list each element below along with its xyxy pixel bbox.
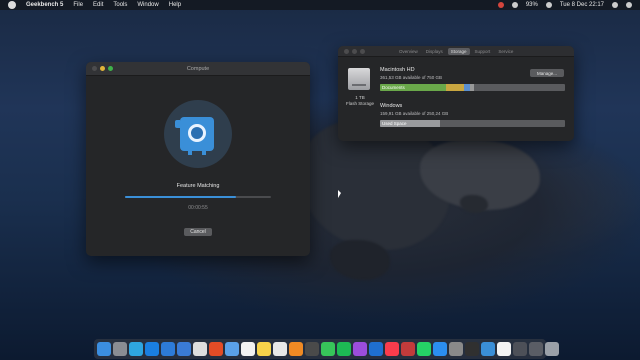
compute-titlebar[interactable]: Compute (86, 62, 310, 76)
disk-type: Flash Storage (345, 101, 374, 106)
transmit-icon[interactable] (401, 342, 415, 356)
menu-bar: Geekbench 5 File Edit Tools Window Help … (0, 0, 640, 10)
volume-available: 159,91 GB available of 250,24 GB (380, 111, 449, 116)
git-icon[interactable] (209, 342, 223, 356)
tab-support[interactable]: Support (472, 48, 494, 55)
island-rock (330, 240, 390, 280)
telegram-icon[interactable] (129, 342, 143, 356)
menu-app-name[interactable]: Geekbench 5 (26, 2, 63, 8)
search-icon[interactable] (612, 2, 618, 8)
other-segment (446, 84, 464, 91)
minimize-button[interactable] (352, 48, 357, 54)
close-button[interactable] (344, 48, 349, 54)
zoom-button[interactable] (360, 48, 365, 54)
music-icon[interactable] (385, 342, 399, 356)
menu-edit[interactable]: Edit (93, 2, 103, 8)
obs-icon[interactable] (465, 342, 479, 356)
status-area: 93% Tue 8 Dec 22:17 (497, 2, 632, 8)
island-rock (460, 195, 488, 213)
settings-icon[interactable] (449, 342, 463, 356)
bar-label: Used Space (382, 121, 407, 126)
gpu-icon (175, 117, 214, 155)
tab-overview[interactable]: Overview (396, 48, 421, 55)
calendar-icon[interactable] (241, 342, 255, 356)
volume-available: 361,53 GB available of 750 GB (380, 75, 443, 80)
downloads-icon[interactable] (513, 342, 527, 356)
bar-label: Documents (382, 85, 405, 90)
storage-bar: Documents (380, 84, 565, 91)
menu-tools[interactable]: Tools (113, 2, 127, 8)
xcode-icon[interactable] (161, 342, 175, 356)
menu-help[interactable]: Help (169, 2, 181, 8)
window-title: Compute (186, 65, 210, 72)
manage-button[interactable]: Manage... (530, 69, 564, 77)
safari-icon[interactable] (145, 342, 159, 356)
messenger-icon[interactable] (177, 342, 191, 356)
progress-fill (125, 196, 236, 198)
trash-icon[interactable] (545, 342, 559, 356)
desktop-folder-icon[interactable] (529, 342, 543, 356)
record-icon[interactable] (497, 2, 504, 8)
menu-window[interactable]: Window (137, 2, 158, 8)
notes-icon[interactable] (257, 342, 271, 356)
photos-icon[interactable] (273, 342, 287, 356)
podcasts-icon[interactable] (353, 342, 367, 356)
gpu-fan (188, 124, 206, 142)
1password-icon[interactable] (369, 342, 383, 356)
books-icon[interactable] (289, 342, 303, 356)
launchpad-icon[interactable] (113, 342, 127, 356)
tab-storage[interactable]: Storage (447, 48, 470, 55)
preview-icon[interactable] (497, 342, 511, 356)
compute-window: Compute Feature Matching 00:00:55 Cancel (86, 62, 310, 256)
spotify-icon[interactable] (337, 342, 351, 356)
progress-bar (125, 196, 271, 198)
benchmark-name: Feature Matching (176, 183, 220, 189)
geekbench-icon[interactable] (481, 342, 495, 356)
dock (94, 339, 559, 359)
wifi-icon[interactable] (511, 2, 518, 8)
mouse-cursor (338, 190, 341, 198)
disk-caption: 1 TB Flash Storage (340, 95, 380, 107)
whatsapp-icon[interactable] (417, 342, 431, 356)
gpu-bracket (175, 120, 180, 128)
volume-name: Macintosh HD (380, 67, 415, 73)
chrome-icon[interactable] (193, 342, 207, 356)
storage-window: Overview Displays Storage Support Servic… (338, 46, 574, 141)
tab-bar: Overview Displays Storage Support Servic… (396, 48, 516, 55)
mail-icon[interactable] (225, 342, 239, 356)
menu-list-icon[interactable] (626, 2, 632, 8)
disk-icon (348, 68, 370, 90)
sublime-icon[interactable] (305, 342, 319, 356)
elapsed-time: 00:00:55 (188, 205, 208, 211)
gpu-pin (188, 151, 192, 155)
gpu-pin (202, 151, 206, 155)
menu-file[interactable]: File (73, 2, 83, 8)
system-segment (470, 84, 474, 91)
tab-service[interactable]: Service (495, 48, 516, 55)
volume-name: Windows (380, 103, 403, 109)
app-store-icon[interactable] (433, 342, 447, 356)
clock[interactable]: Tue 8 Dec 22:17 (560, 2, 604, 8)
disk-slot (352, 84, 366, 86)
finder-icon[interactable] (97, 342, 111, 356)
apple-icon[interactable] (8, 1, 16, 9)
messages-icon[interactable] (321, 342, 335, 356)
battery-icon[interactable] (545, 2, 552, 8)
tab-displays[interactable]: Displays (423, 48, 446, 55)
storage-titlebar[interactable]: Overview Displays Storage Support Servic… (338, 46, 574, 57)
cancel-button[interactable]: Cancel (184, 228, 212, 236)
storage-bar: Used Space (380, 120, 565, 127)
battery-percent[interactable]: 93% (526, 2, 538, 8)
